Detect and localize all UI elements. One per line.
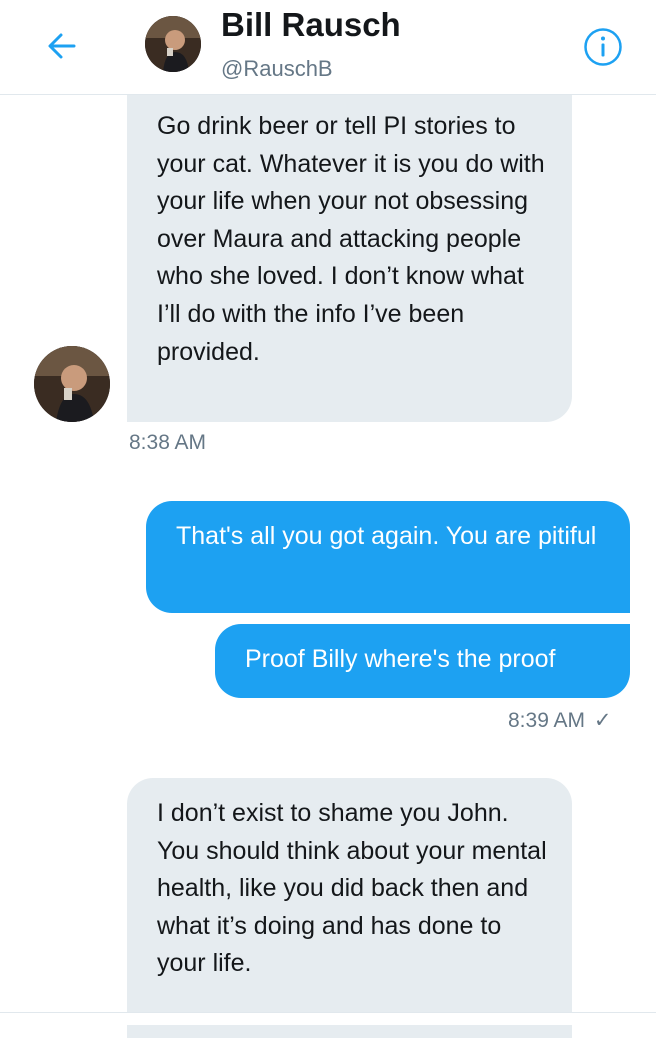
- message-text: Go drink beer or tell PI stories to your…: [157, 112, 545, 366]
- conversation-name: Bill Rausch: [221, 6, 401, 43]
- sender-avatar[interactable]: [34, 346, 110, 422]
- message-text: Proof Billy where's the proof: [245, 645, 556, 673]
- info-button[interactable]: [581, 25, 625, 69]
- message-timestamp: 8:39 AM ✓: [508, 708, 612, 733]
- message-incoming[interactable]: I don’t exist to shame you John. You sho…: [127, 778, 572, 1038]
- back-button[interactable]: [42, 26, 82, 66]
- message-text: That's all you got again. You are pitifu…: [176, 522, 597, 550]
- info-circle-icon: [584, 28, 622, 66]
- message-time: 8:39 AM: [508, 709, 586, 732]
- conversation-header: Bill Rausch @RauschB: [0, 0, 656, 95]
- message-outgoing[interactable]: That's all you got again. You are pitifu…: [146, 501, 630, 613]
- read-check-icon: ✓: [593, 709, 612, 732]
- message-incoming[interactable]: Go drink beer or tell PI stories to your…: [127, 80, 572, 422]
- avatar[interactable]: [145, 16, 201, 72]
- message-outgoing[interactable]: Proof Billy where's the proof: [215, 624, 630, 698]
- divider: [0, 1012, 656, 1025]
- message-text: I don’t exist to shame you John. You sho…: [157, 799, 547, 978]
- conversation-handle: @RauschB: [221, 56, 333, 81]
- message-timestamp: 8:38 AM: [129, 431, 207, 454]
- arrow-left-icon: [48, 33, 76, 59]
